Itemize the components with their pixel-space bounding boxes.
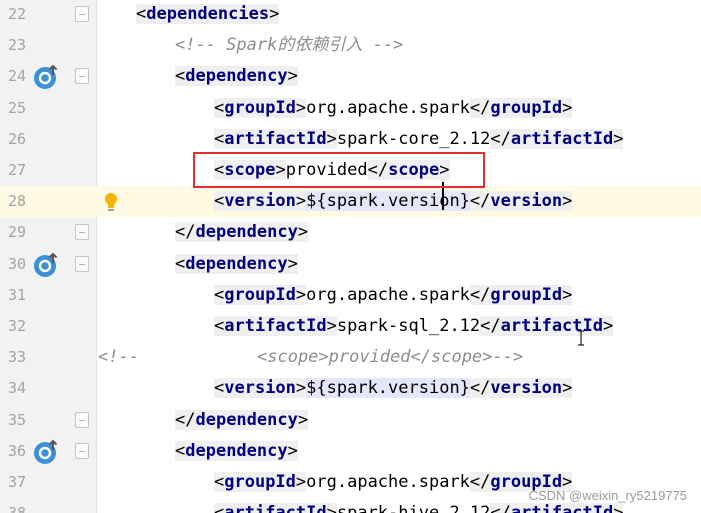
- code-line-25[interactable]: 25 <groupId>org.apache.spark</groupId>: [0, 93, 701, 124]
- code-line-26[interactable]: 26 <artifactId>spark-core_2.12</artifact…: [0, 124, 701, 155]
- code-text: <dependencies>: [136, 4, 280, 24]
- code-line-28[interactable]: 28 <version>${spark.version}</version>: [0, 186, 701, 218]
- code-line-32[interactable]: 32 <artifactId>spark-sql_2.12</artifactI…: [0, 311, 701, 342]
- override-icon[interactable]: [33, 439, 59, 465]
- code-text: <artifactId>spark-sql_2.12</artifactId>: [214, 316, 614, 336]
- line-number: 22: [7, 5, 26, 23]
- line-number: 29: [7, 223, 26, 242]
- lightbulb-icon[interactable]: [103, 192, 119, 212]
- line-number: 26: [7, 129, 26, 148]
- code-text: <version>${spark.version}</version>: [214, 191, 573, 212]
- fold-marker[interactable]: [75, 224, 89, 241]
- code-line-34[interactable]: 34 <version>${spark.version}</version>: [0, 373, 701, 404]
- code-line-35[interactable]: 35 </dependency>: [0, 405, 701, 436]
- code-text: <version>${spark.version}</version>: [214, 378, 573, 399]
- override-icon[interactable]: [33, 252, 59, 278]
- line-number: 34: [7, 379, 26, 398]
- comment: <!-- Spark的依赖引入 -->: [175, 35, 404, 56]
- code-line-31[interactable]: 31 <groupId>org.apache.spark</groupId>: [0, 280, 701, 311]
- line-number: 36: [7, 441, 26, 460]
- code-line-23[interactable]: 23 <!-- Spark的依赖引入 -->: [0, 30, 701, 61]
- code-text: <dependency>: [175, 440, 298, 461]
- line-number: 37: [7, 473, 26, 491]
- fold-marker[interactable]: [75, 411, 89, 428]
- line-number: 31: [7, 285, 26, 304]
- fold-marker[interactable]: [75, 255, 89, 272]
- line-number: 28: [7, 192, 26, 211]
- line-number: 33: [7, 348, 26, 367]
- ibeam-cursor-icon: [578, 330, 584, 346]
- code-line-22[interactable]: 22 <dependencies>: [0, 0, 701, 30]
- code-text: <groupId>org.apache.spark</groupId>: [214, 284, 573, 305]
- fold-marker[interactable]: [75, 442, 89, 459]
- highlight-box: [193, 152, 485, 188]
- code-line-29[interactable]: 29 </dependency>: [0, 217, 701, 248]
- line-number: 27: [7, 161, 26, 179]
- override-icon[interactable]: [33, 64, 59, 90]
- line-number: 23: [7, 36, 26, 55]
- line-number: 30: [7, 254, 26, 273]
- code-line-36[interactable]: 36 <dependency>: [0, 436, 701, 467]
- comment-open: <!--: [98, 347, 139, 368]
- commented-scope: <scope>provided</scope>-->: [257, 347, 524, 368]
- line-number: 32: [7, 317, 26, 335]
- code-line-33[interactable]: 33 <!-- <scope>provided</scope>-->: [0, 342, 701, 373]
- code-line-24[interactable]: 24 <dependency>: [0, 61, 701, 92]
- line-number: 24: [7, 67, 26, 86]
- fold-marker[interactable]: [75, 6, 89, 22]
- code-text: </dependency>: [175, 222, 309, 243]
- fold-marker[interactable]: [75, 68, 89, 85]
- line-number: 35: [7, 410, 26, 429]
- line-number: 38: [0, 498, 26, 513]
- line-number: 25: [7, 98, 26, 117]
- code-text: <dependency>: [175, 66, 298, 87]
- code-line-30[interactable]: 30 <dependency>: [0, 249, 701, 280]
- code-text: </dependency>: [175, 409, 309, 430]
- watermark: CSDN @weixin_ry5219775: [528, 488, 687, 503]
- code-text: <dependency>: [175, 253, 298, 274]
- code-text: <groupId>org.apache.spark</groupId>: [214, 472, 573, 492]
- code-text: <groupId>org.apache.spark</groupId>: [214, 97, 573, 118]
- code-text: <artifactId>spark-core_2.12</artifactId>: [214, 128, 624, 149]
